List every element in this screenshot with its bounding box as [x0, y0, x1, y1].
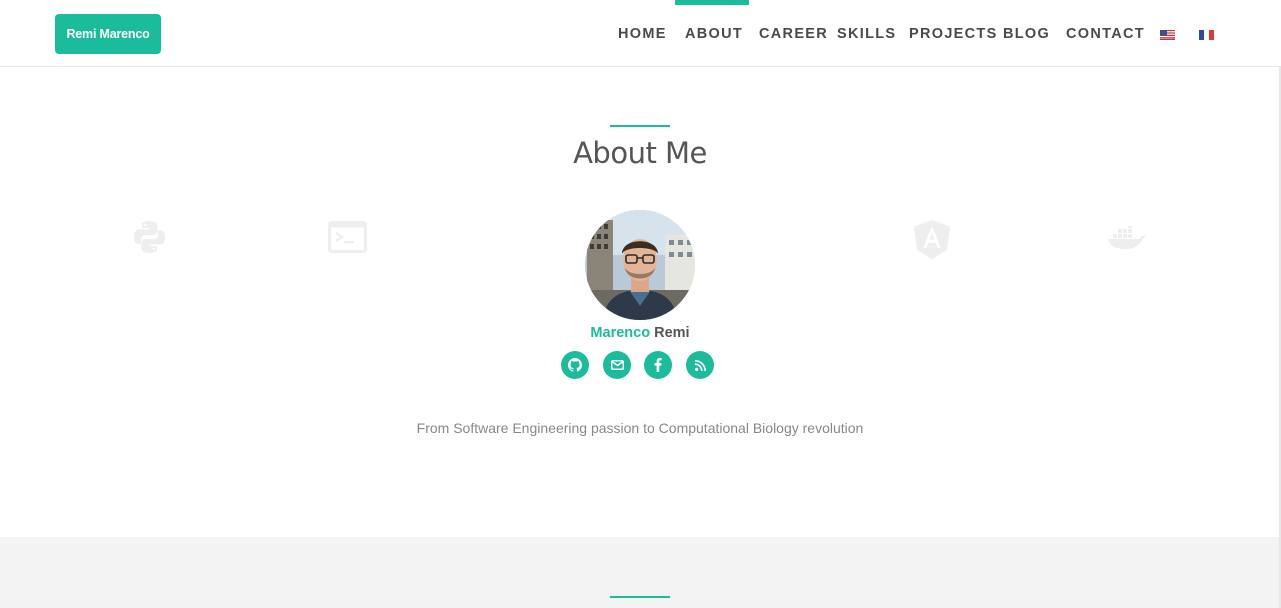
- email-link[interactable]: [603, 351, 631, 379]
- avatar: [585, 210, 695, 320]
- nav-item-home[interactable]: HOME: [618, 26, 667, 44]
- facebook-icon: [654, 358, 662, 372]
- python-icon: [134, 221, 165, 253]
- facebook-link[interactable]: [644, 351, 672, 379]
- profile-name: Marenco Remi: [440, 325, 840, 341]
- envelope-icon: [610, 360, 624, 370]
- site-header: Remi Marenco HOME ABOUT CAREER SKILLS PR…: [0, 0, 1281, 67]
- main-nav: HOME ABOUT CAREER SKILLS PROJECTS BLOG C…: [0, 0, 1281, 67]
- rss-link[interactable]: [686, 351, 714, 379]
- docker-icon: [1108, 226, 1146, 250]
- fr-flag-icon[interactable]: [1199, 30, 1214, 40]
- github-link[interactable]: [561, 351, 589, 379]
- terminal-icon: [328, 221, 367, 253]
- title-accent-line: [610, 125, 670, 127]
- nav-item-about[interactable]: ABOUT: [685, 26, 743, 44]
- first-name: Marenco: [590, 325, 651, 341]
- nav-item-career[interactable]: CAREER: [759, 26, 828, 44]
- section-title: About Me: [573, 136, 707, 170]
- rss-icon: [694, 359, 706, 371]
- next-section-accent-line: [610, 596, 670, 598]
- github-icon: [568, 358, 582, 372]
- nav-active-indicator: [675, 0, 749, 5]
- nav-item-skills[interactable]: SKILLS: [837, 26, 896, 44]
- last-name: Remi: [654, 325, 690, 341]
- nav-item-blog[interactable]: BLOG: [1003, 26, 1050, 44]
- tagline: From Software Engineering passion to Com…: [416, 420, 864, 436]
- us-flag-icon[interactable]: [1160, 30, 1175, 40]
- nav-item-contact[interactable]: CONTACT: [1066, 26, 1145, 44]
- angular-icon: [914, 220, 950, 259]
- nav-item-projects[interactable]: PROJECTS: [909, 26, 998, 44]
